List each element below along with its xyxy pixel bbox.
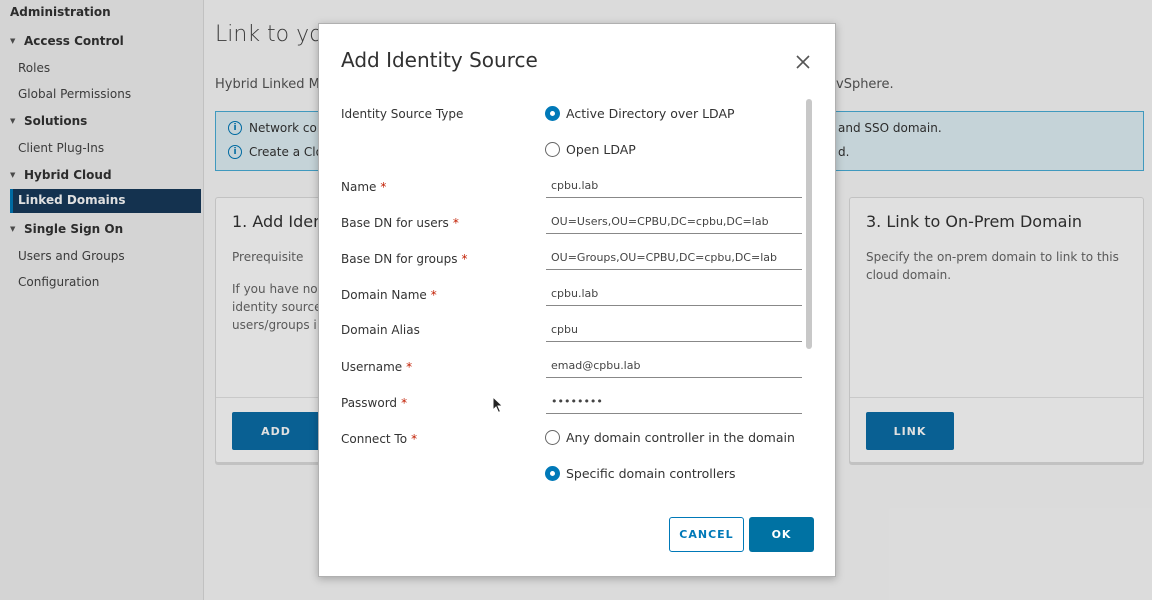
domain-name-label: Domain Name * xyxy=(341,288,437,302)
radio-active-directory-ldap[interactable]: Active Directory over LDAP xyxy=(545,106,735,121)
base-dn-users-field[interactable] xyxy=(546,210,802,234)
name-label: Name * xyxy=(341,180,387,194)
radio-selected-icon xyxy=(545,106,560,121)
domain-name-field[interactable] xyxy=(546,282,802,306)
username-label: Username * xyxy=(341,360,413,374)
add-identity-source-dialog: Add Identity Source Identity Source Type… xyxy=(318,23,836,577)
radio-specific-domain-controllers[interactable]: Specific domain controllers xyxy=(545,466,736,481)
radio-any-domain-controller[interactable]: Any domain controller in the domain xyxy=(545,430,795,445)
base-dn-groups-label: Base DN for groups * xyxy=(341,252,468,266)
password-field[interactable] xyxy=(546,390,802,414)
domain-alias-field[interactable] xyxy=(546,318,802,342)
connect-to-label: Connect To * xyxy=(341,432,418,446)
radio-open-ldap[interactable]: Open LDAP xyxy=(545,142,636,157)
domain-alias-label: Domain Alias xyxy=(341,323,420,337)
base-dn-groups-field[interactable] xyxy=(546,246,802,270)
username-field[interactable] xyxy=(546,354,802,378)
base-dn-users-label: Base DN for users * xyxy=(341,216,459,230)
password-label: Password * xyxy=(341,396,408,410)
close-icon[interactable] xyxy=(793,52,813,72)
scrollbar[interactable] xyxy=(806,99,812,349)
radio-selected-icon xyxy=(545,466,560,481)
cancel-button[interactable]: CANCEL xyxy=(669,517,744,552)
dialog-title: Add Identity Source xyxy=(341,48,538,72)
name-field[interactable] xyxy=(546,174,802,198)
ok-button[interactable]: OK xyxy=(749,517,814,552)
identity-source-type-label: Identity Source Type xyxy=(341,107,464,121)
radio-unselected-icon xyxy=(545,142,560,157)
radio-unselected-icon xyxy=(545,430,560,445)
mouse-pointer-icon xyxy=(492,396,504,414)
